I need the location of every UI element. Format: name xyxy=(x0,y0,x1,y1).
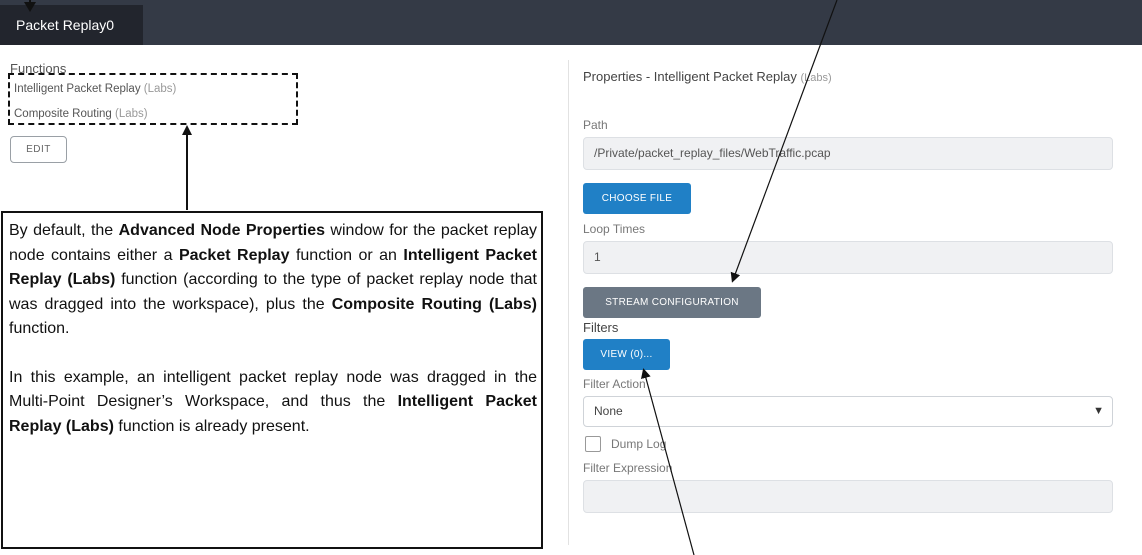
filter-expression-field[interactable] xyxy=(583,480,1113,513)
filter-action-value: None xyxy=(594,404,623,418)
callout-bold-text: Composite Routing (Labs) xyxy=(331,295,538,313)
filter-action-select[interactable]: None ▼ xyxy=(583,396,1113,427)
properties-title-text: Properties - Intelligent Packet Replay xyxy=(583,69,797,84)
callout-text: function is already present. xyxy=(113,417,310,435)
callout-paragraph-1: By default, the Advanced Node Properties… xyxy=(9,219,537,342)
filter-expression-label: Filter Expression xyxy=(583,461,673,475)
functions-highlight-box xyxy=(8,73,298,125)
stream-configuration-button[interactable]: STREAM CONFIGURATION xyxy=(583,287,761,318)
edit-button[interactable]: EDIT xyxy=(10,136,67,163)
callout-paragraph-2: In this example, an intelligent packet r… xyxy=(9,366,537,440)
dump-log-checkbox[interactable] xyxy=(585,436,601,452)
callout-text: By default, the xyxy=(9,222,119,239)
loop-times-label: Loop Times xyxy=(583,222,646,236)
view-filters-button[interactable]: VIEW (0)... xyxy=(583,339,670,370)
callout-text: function or an xyxy=(289,246,404,264)
labs-tag: (Labs) xyxy=(800,72,832,84)
top-bar: Packet Replay0 xyxy=(0,0,1142,45)
properties-title: Properties - Intelligent Packet Replay (… xyxy=(583,69,832,84)
path-label: Path xyxy=(583,118,608,132)
callout-text: function. xyxy=(9,320,70,337)
path-field[interactable]: /Private/packet_replay_files/WebTraffic.… xyxy=(583,137,1113,170)
dump-log-label: Dump Log xyxy=(611,437,667,451)
filter-action-label: Filter Action xyxy=(583,377,646,391)
filters-label: Filters xyxy=(583,320,619,335)
callout-bold-text: Advanced Node Properties xyxy=(118,222,326,239)
tab-packet-replay0[interactable]: Packet Replay0 xyxy=(0,5,143,45)
loop-times-field[interactable]: 1 xyxy=(583,241,1113,274)
annotation-callout: By default, the Advanced Node Properties… xyxy=(1,211,543,549)
panel-divider xyxy=(568,60,569,545)
choose-file-button[interactable]: CHOOSE FILE xyxy=(583,183,691,214)
chevron-down-icon: ▼ xyxy=(1093,405,1104,417)
callout-bold-text: Packet Replay xyxy=(178,246,290,264)
